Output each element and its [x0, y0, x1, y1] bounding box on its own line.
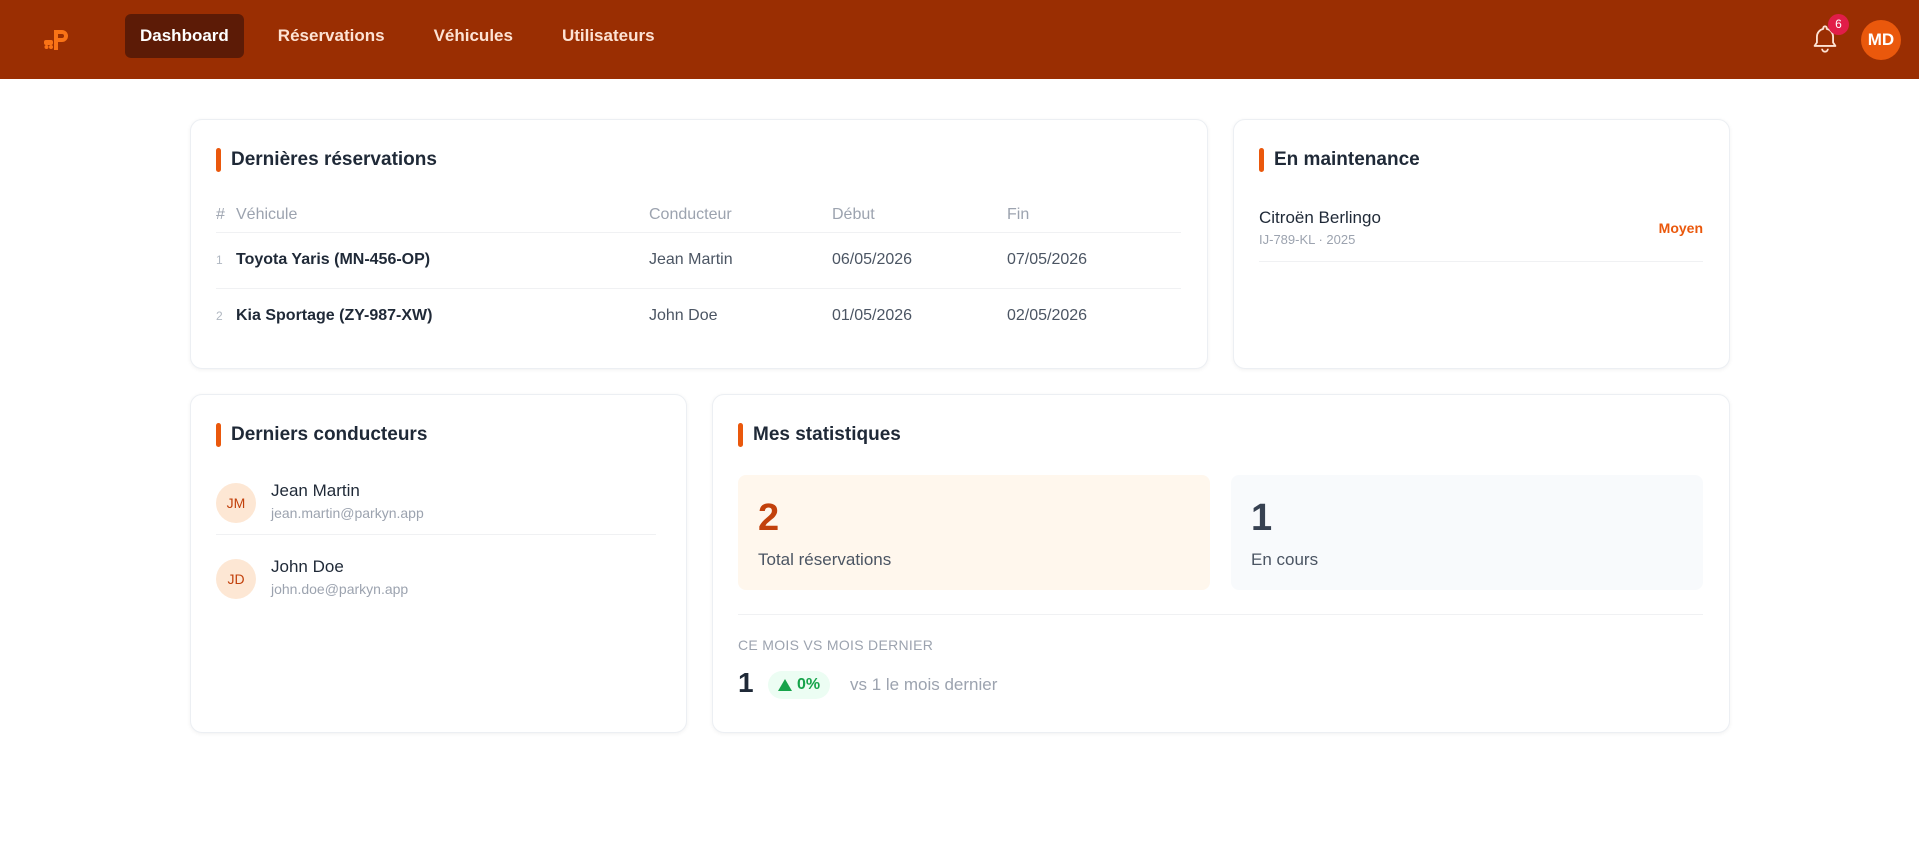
- reservations-title-text: Dernières réservations: [231, 149, 437, 170]
- driver-avatar: JM: [216, 483, 256, 523]
- stat-current-value: 1: [1251, 497, 1273, 539]
- row-vehicle: Kia Sportage (ZY-987-XW): [236, 307, 433, 325]
- drivers-card: Derniers conducteurs JM Jean Martin jean…: [190, 394, 687, 733]
- reservations-title: Dernières réservations: [216, 148, 437, 172]
- row-start: 01/05/2026: [832, 307, 913, 325]
- stats-divider: [738, 614, 1703, 615]
- header-start: Début: [832, 198, 1007, 233]
- row-vehicle: Toyota Yaris (MN-456-OP): [236, 232, 649, 289]
- reservations-card: Dernières réservations # Véhicule Conduc…: [190, 119, 1208, 369]
- user-avatar[interactable]: MD: [1861, 20, 1901, 60]
- driver-name: Jean Martin: [271, 481, 360, 500]
- nav-dashboard[interactable]: Dashboard: [125, 14, 244, 58]
- driver-name: John Doe: [271, 557, 344, 576]
- stats-title: Mes statistiques: [738, 423, 901, 447]
- title-accent-bar: [738, 423, 743, 447]
- stat-total-reservations: 2 Total réservations: [738, 475, 1210, 590]
- table-header-row: # Véhicule Conducteur Début Fin: [216, 198, 1181, 233]
- title-accent-bar: [216, 148, 221, 172]
- comparison-value: 1: [738, 667, 754, 698]
- drivers-title: Derniers conducteurs: [216, 423, 427, 447]
- comparison-change-badge: 0%: [768, 671, 831, 699]
- maintenance-level-badge: Moyen: [1658, 220, 1703, 236]
- driver-item[interactable]: JD John Doe john.doe@parkyn.app: [216, 551, 656, 611]
- comparison-text: vs 1 le mois dernier: [850, 675, 998, 694]
- drivers-title-text: Derniers conducteurs: [231, 424, 428, 445]
- row-driver: Jean Martin: [649, 232, 832, 289]
- reservations-table: # Véhicule Conducteur Début Fin 1 Toyota…: [216, 198, 1181, 344]
- table-row[interactable]: 2 Kia Sportage (ZY-987-XW) John Doe 01/0…: [216, 288, 1181, 344]
- maintenance-vehicle-sub: IJ-789-KL · 2025: [1259, 232, 1356, 247]
- main-nav: Dashboard Réservations Véhicules Utilisa…: [125, 14, 689, 58]
- maintenance-card: En maintenance Citroën Berlingo IJ-789-K…: [1233, 119, 1730, 369]
- row-index: 1: [216, 232, 236, 289]
- row-end: 02/05/2026: [1007, 307, 1088, 325]
- driver-item[interactable]: JM Jean Martin jean.martin@parkyn.app: [216, 475, 656, 535]
- header-driver: Conducteur: [649, 198, 832, 233]
- table-row[interactable]: 1 Toyota Yaris (MN-456-OP) Jean Martin 0…: [216, 232, 1181, 289]
- title-accent-bar: [1259, 148, 1264, 172]
- nav-vehicles[interactable]: Véhicules: [419, 14, 528, 58]
- maintenance-title-text: En maintenance: [1274, 149, 1420, 170]
- row-driver: John Doe: [649, 307, 718, 325]
- stat-current-label: En cours: [1251, 550, 1319, 569]
- arrow-up-icon: [778, 679, 792, 691]
- parkyn-logo-icon[interactable]: [42, 24, 74, 56]
- header-end: Fin: [1007, 198, 1181, 233]
- comparison-title: CE MOIS VS MOIS DERNIER: [738, 637, 934, 653]
- comparison-change-text: 0%: [797, 676, 821, 693]
- stat-current: 1 En cours: [1231, 475, 1703, 590]
- top-navbar: Dashboard Réservations Véhicules Utilisa…: [0, 0, 1919, 79]
- nav-reservations[interactable]: Réservations: [263, 14, 400, 58]
- header-vehicle: Véhicule: [236, 198, 649, 233]
- header-index: #: [216, 198, 236, 233]
- title-accent-bar: [216, 423, 221, 447]
- maintenance-vehicle-name: Citroën Berlingo: [1259, 208, 1381, 227]
- nav-users[interactable]: Utilisateurs: [547, 14, 670, 58]
- maintenance-item[interactable]: Citroën Berlingo IJ-789-KL · 2025 Moyen: [1259, 208, 1703, 262]
- stat-total-value: 2: [758, 497, 780, 539]
- notification-badge: 6: [1828, 14, 1849, 35]
- row-end: 07/05/2026: [1007, 232, 1181, 289]
- stats-title-text: Mes statistiques: [753, 424, 901, 445]
- stats-card: Mes statistiques 2 Total réservations 1 …: [712, 394, 1730, 733]
- maintenance-title: En maintenance: [1259, 148, 1420, 172]
- row-index: 2: [216, 309, 223, 324]
- row-start: 06/05/2026: [832, 232, 1007, 289]
- driver-avatar: JD: [216, 559, 256, 599]
- stat-total-label: Total réservations: [758, 550, 892, 569]
- driver-email: jean.martin@parkyn.app: [271, 505, 424, 521]
- driver-email: john.doe@parkyn.app: [271, 581, 409, 597]
